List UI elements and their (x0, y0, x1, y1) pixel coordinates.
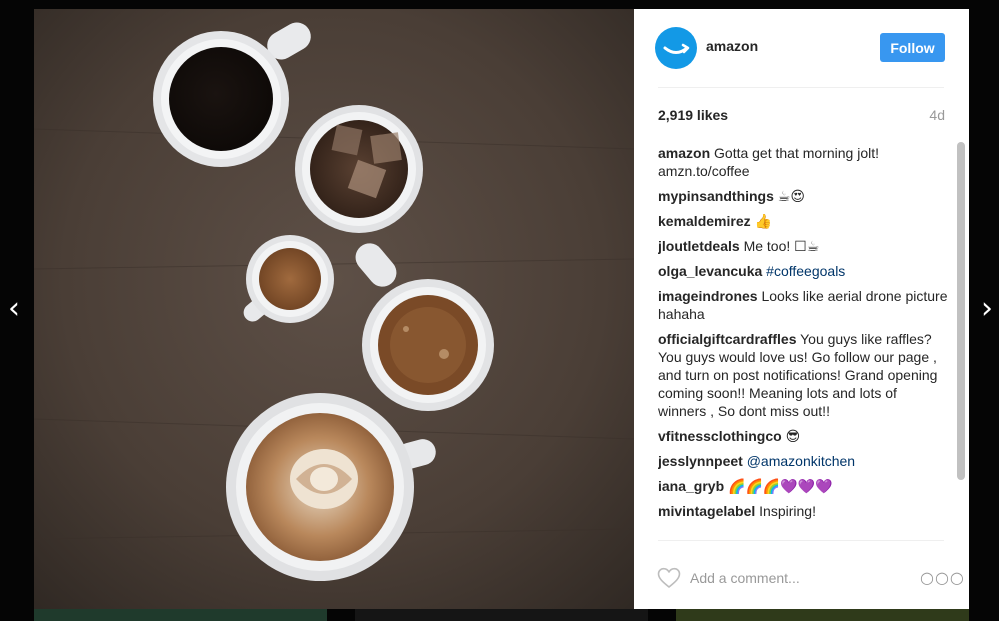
more-options-icon[interactable]: ○○○ (920, 566, 964, 590)
comment-username[interactable]: iana_gryb (658, 478, 724, 494)
comment-text: Me too! ☐☕ (743, 238, 820, 254)
background-thumb (676, 608, 969, 621)
comment-item: mypinsandthings ☕😍 (658, 187, 948, 205)
header-divider (658, 87, 944, 88)
background-thumb (34, 608, 327, 621)
amazon-smile-logo-icon (663, 43, 690, 54)
comment-text: 👍 (754, 213, 772, 229)
follow-button[interactable]: Follow (880, 33, 945, 62)
coffee-cups-image (34, 9, 634, 609)
comment-text: Inspiring! (759, 503, 816, 519)
post-username[interactable]: amazon (706, 38, 758, 54)
background-thumb (355, 608, 648, 621)
post-header: amazon Follow (634, 9, 969, 87)
comment-username[interactable]: officialgiftcardraffles (658, 331, 796, 347)
hashtag-link[interactable]: #coffeegoals (766, 263, 845, 279)
add-comment-bar: ○○○ (634, 550, 969, 609)
comment-username[interactable]: imageindrones (658, 288, 758, 304)
comment-item: mivintagelabel Inspiring! (658, 502, 948, 520)
post-timestamp[interactable]: 4d (929, 107, 945, 123)
comment-username[interactable]: vfitnessclothingco (658, 428, 782, 444)
comment-text: 🌈🌈🌈💜💜💜 (728, 478, 833, 494)
heart-icon[interactable] (656, 566, 682, 590)
comment-username[interactable]: jloutletdeals (658, 238, 740, 254)
post-photo[interactable] (34, 9, 634, 609)
avatar[interactable] (655, 27, 697, 69)
comments-scrollbar[interactable] (957, 142, 965, 480)
comment-box-divider (658, 540, 944, 541)
comment-item: vfitnessclothingco 😎 (658, 427, 948, 445)
comment-item: imageindrones Looks like aerial drone pi… (658, 287, 948, 323)
comment-text: ☕😍 (777, 188, 805, 204)
comment-username[interactable]: kemaldemirez (658, 213, 751, 229)
caption-username[interactable]: amazon (658, 145, 710, 161)
background-feed (0, 608, 999, 621)
comments-list: amazon Gotta get that morning jolt! amzn… (658, 144, 948, 540)
likes-count[interactable]: 2,919 likes (658, 107, 728, 123)
comment-item: olga_levancuka #coffeegoals (658, 262, 948, 280)
iced-coffee-cup (295, 105, 423, 233)
caption: amazon Gotta get that morning jolt! amzn… (658, 144, 948, 180)
comment-item: iana_gryb 🌈🌈🌈💜💜💜 (658, 477, 948, 495)
next-post-arrow-icon[interactable]: › (977, 292, 997, 326)
comment-text: 😎 (785, 428, 801, 444)
comment-item: jesslynnpeet @amazonkitchen (658, 452, 948, 470)
comment-item: officialgiftcardraffles You guys like ra… (658, 330, 948, 420)
post-side-panel: amazon Follow 2,919 likes 4d amazon Gott… (634, 9, 969, 609)
mention-link[interactable]: @amazonkitchen (747, 453, 855, 469)
comment-username[interactable]: mypinsandthings (658, 188, 774, 204)
comment-username[interactable]: mivintagelabel (658, 503, 755, 519)
previous-post-arrow-icon[interactable]: ‹ (4, 292, 24, 326)
add-comment-input[interactable] (690, 566, 910, 590)
comment-username[interactable]: jesslynnpeet (658, 453, 743, 469)
comment-item: kemaldemirez 👍 (658, 212, 948, 230)
comment-username[interactable]: olga_levancuka (658, 263, 762, 279)
comment-item: jloutletdeals Me too! ☐☕ (658, 237, 948, 255)
